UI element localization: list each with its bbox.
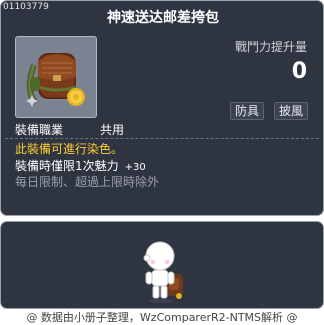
job-value: 共用 <box>100 123 125 137</box>
charm-limit-text: 裝備時僅限1次魅力 <box>15 159 119 173</box>
category-tag-cape: 披風 <box>274 102 309 120</box>
item-tooltip: 01103779 神速送达邮差挎包 戰鬥力提升量 0 防具 披風 裝備職業 共用… <box>0 0 324 216</box>
satchel-bag-icon <box>26 53 85 107</box>
job-label: 裝備職業 <box>15 123 64 137</box>
power-increase-label: 戰鬥力提升量 <box>234 40 307 54</box>
character-preview-avatar <box>143 241 183 303</box>
character-preview-panel <box>0 221 324 309</box>
power-increase-value: 0 <box>291 59 307 84</box>
category-tag-armor: 防具 <box>230 102 265 120</box>
charm-limit-description: 裝備時僅限1次魅力 +30 <box>15 157 146 174</box>
item-name: 神速送达邮差挎包 <box>107 10 219 26</box>
item-icon-frame <box>15 36 97 118</box>
divider <box>5 138 319 139</box>
footer-credit: @ 数据由小册子整理，WzComparerR2-NTMS解析 @ <box>26 311 298 324</box>
charm-bonus: +30 <box>124 162 146 173</box>
dye-description: 此裝備可進行染色。 <box>15 142 124 156</box>
daily-limit-description: 每日限制、超過上限時除外 <box>15 175 160 189</box>
